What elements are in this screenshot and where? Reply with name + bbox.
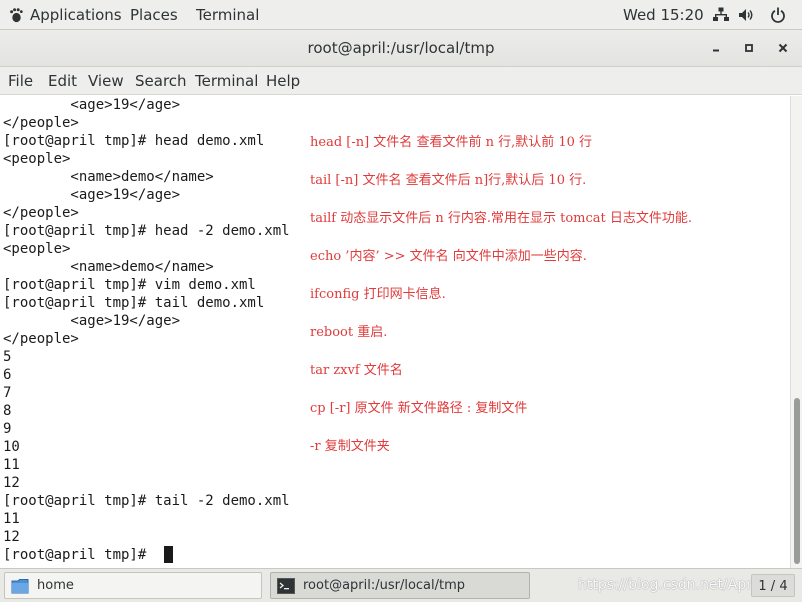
terminal-line: <people>	[3, 151, 71, 167]
taskbar-home-label: home	[37, 578, 74, 593]
annotation-note: cp [-r] 原文件 新文件路径 : 复制文件	[310, 401, 528, 416]
terminal-line: 12	[3, 529, 20, 545]
terminal-line: 12	[3, 475, 20, 491]
workspace-indicator[interactable]: 1 / 4	[751, 574, 795, 597]
terminal-line: </people>	[3, 331, 79, 347]
terminal-line: <name>demo</name>	[3, 259, 214, 275]
annotation-note: head [-n] 文件名 查看文件前 n 行,默认前 10 行	[310, 135, 593, 150]
terminal-line: 11	[3, 457, 20, 473]
terminal-line: 11	[3, 511, 20, 527]
terminal-line: <name>demo</name>	[3, 169, 214, 185]
terminal-output[interactable]: <age>19</age> </people> [root@april tmp]…	[0, 96, 790, 568]
terminal-scrollbar[interactable]	[790, 96, 802, 568]
terminal-icon	[277, 578, 295, 594]
clock[interactable]: Wed 15:20	[623, 5, 704, 25]
text-cursor	[164, 546, 173, 563]
volume-icon[interactable]	[738, 7, 754, 23]
menu-view[interactable]: View	[88, 71, 124, 91]
terminal-line: <people>	[3, 241, 71, 257]
top-panel: Applications Places Terminal Wed 15:20	[0, 0, 802, 30]
places-menu[interactable]: Places	[130, 5, 178, 25]
maximize-icon[interactable]	[742, 41, 756, 55]
minimize-icon[interactable]	[709, 41, 723, 55]
applications-menu[interactable]: Applications	[8, 5, 122, 25]
annotation-note: -r 复制文件夹	[310, 439, 390, 454]
menu-edit[interactable]: Edit	[48, 71, 77, 91]
window-title-bar[interactable]: root@april:/usr/local/tmp	[0, 30, 802, 67]
terminal-line: 10	[3, 439, 20, 455]
menu-terminal[interactable]: Terminal	[195, 71, 258, 91]
window-title: root@april:/usr/local/tmp	[307, 39, 495, 57]
terminal-line: [root@april tmp]# vim demo.xml	[3, 277, 256, 293]
annotation-note: ifconfig 打印网卡信息.	[310, 287, 446, 302]
terminal-line: [root@april tmp]# tail demo.xml	[3, 295, 265, 311]
desktop-screen: Applications Places Terminal Wed 15:20 r…	[0, 0, 802, 602]
taskbar-home-window[interactable]: home	[4, 572, 262, 599]
annotation-note: reboot 重启.	[310, 325, 388, 340]
terminal-line: 6	[3, 367, 12, 383]
menu-file[interactable]: File	[8, 71, 33, 91]
annotation-note: tar zxvf 文件名	[310, 363, 403, 378]
terminal-line: <age>19</age>	[3, 97, 181, 113]
terminal-line: 9	[3, 421, 12, 437]
applications-label: Applications	[30, 6, 122, 24]
watermark: https://blog.csdn.net/April	[578, 577, 760, 593]
annotation-note: tailf 动态显示文件后 n 行内容.常用在显示 tomcat 日志文件功能.	[310, 211, 693, 226]
gnome-foot-icon	[10, 8, 23, 23]
menu-search[interactable]: Search	[135, 71, 187, 91]
terminal-line: [root@april tmp]# head -2 demo.xml	[3, 223, 290, 239]
folder-icon	[11, 579, 29, 594]
terminal-line: 7	[3, 385, 12, 401]
menu-bar: File Edit View Search Terminal Help	[0, 67, 802, 95]
terminal-app-menu[interactable]: Terminal	[196, 5, 259, 25]
taskbar-terminal-label: root@april:/usr/local/tmp	[303, 578, 466, 593]
terminal-prompt-line: [root@april tmp]#	[3, 547, 155, 563]
power-icon[interactable]	[770, 7, 786, 23]
terminal-line: [root@april tmp]# tail -2 demo.xml	[3, 493, 290, 509]
terminal-line: 5	[3, 349, 12, 365]
terminal-line: <age>19</age>	[3, 313, 181, 329]
network-icon[interactable]	[713, 7, 729, 23]
taskbar-terminal-window[interactable]: root@april:/usr/local/tmp	[270, 572, 530, 599]
bottom-taskbar: home root@april:/usr/local/tmp https://b…	[0, 568, 802, 602]
terminal-line: </people>	[3, 205, 79, 221]
close-icon[interactable]	[776, 41, 790, 55]
annotation-note: tail [-n] 文件名 查看文件后 n]行,默认后 10 行.	[310, 173, 587, 188]
menu-help[interactable]: Help	[266, 71, 300, 91]
terminal-line: 8	[3, 403, 12, 419]
annotation-note: echo ’内容’ >> 文件名 向文件中添加一些内容.	[310, 249, 587, 264]
terminal-line: <age>19</age>	[3, 187, 181, 203]
terminal-line: </people>	[3, 115, 79, 131]
terminal-line: [root@april tmp]# head demo.xml	[3, 133, 265, 149]
scrollbar-thumb[interactable]	[794, 398, 800, 564]
